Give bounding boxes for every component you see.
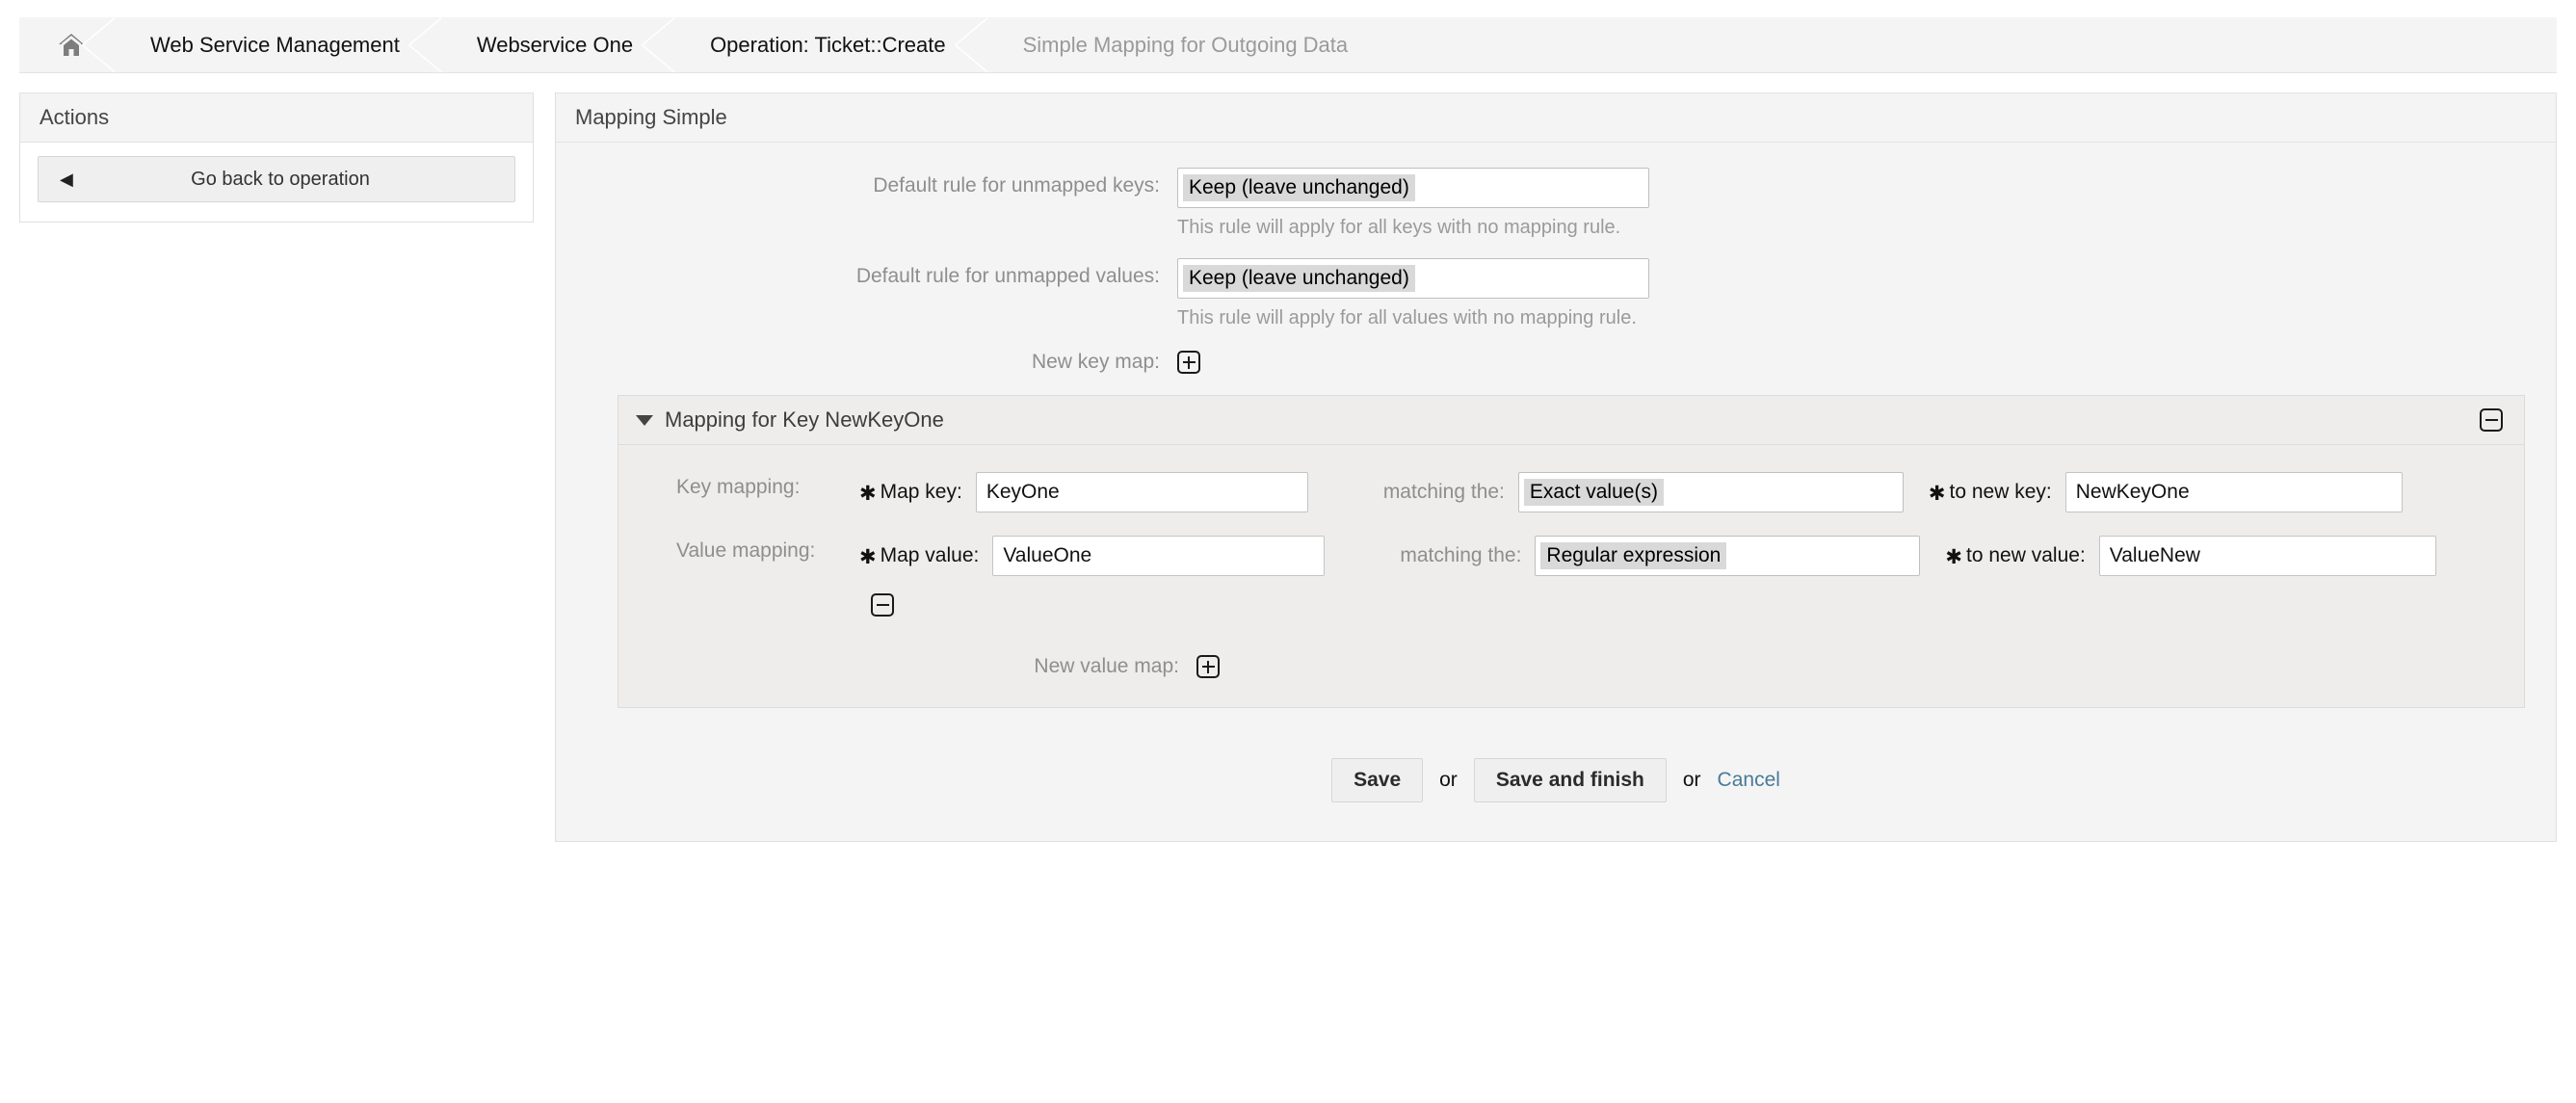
mapping-simple-panel: Mapping Simple Default rule for unmapped… bbox=[555, 92, 2557, 842]
mapping-form: Default rule for unmapped keys: Keep (le… bbox=[556, 143, 2556, 841]
footer-or-1: or bbox=[1439, 769, 1458, 792]
to-new-value-label: to new value: bbox=[1966, 544, 2086, 567]
save-button[interactable]: Save bbox=[1331, 758, 1423, 802]
breadcrumb-item-1[interactable]: Webservice One bbox=[440, 17, 673, 72]
mapping-widget-title-group[interactable]: Mapping for Key NewKeyOne bbox=[636, 407, 944, 433]
page-content: Actions ◀ Go back to operation Mapping S… bbox=[0, 92, 2576, 842]
required-marker: ✱ bbox=[1945, 547, 1962, 567]
go-back-to-operation-label: Go back to operation bbox=[39, 169, 514, 191]
map-value-input[interactable] bbox=[992, 536, 1325, 576]
go-back-to-operation-button[interactable]: ◀ Go back to operation bbox=[38, 156, 515, 202]
breadcrumb-item-label: Webservice One bbox=[477, 33, 633, 58]
new-key-map-row: New key map: bbox=[556, 351, 2556, 374]
breadcrumb-item-current: Simple Mapping for Outgoing Data bbox=[986, 17, 1389, 72]
value-mapping-group-label: Value mapping: bbox=[618, 536, 859, 563]
value-mapping-fields: ✱ Map value: matching the: Regular expre… bbox=[859, 536, 2436, 576]
default-value-rule-value: Keep (leave unchanged) bbox=[1183, 265, 1415, 292]
new-value-map-label: New value map: bbox=[618, 655, 1196, 678]
default-key-rule-value: Keep (leave unchanged) bbox=[1183, 174, 1415, 201]
mapping-widget-body: Key mapping: ✱ Map key: matching the: Ex… bbox=[618, 445, 2524, 707]
default-value-rule-label: Default rule for unmapped values: bbox=[556, 258, 1177, 288]
key-mapping-group-label: Key mapping: bbox=[618, 472, 859, 499]
value-mapping-row: Value mapping: ✱ Map value: matching the… bbox=[618, 536, 2524, 576]
breadcrumb-item-label: Web Service Management bbox=[150, 33, 400, 58]
default-key-rule-label: Default rule for unmapped keys: bbox=[556, 168, 1177, 197]
form-footer: Save or Save and finish or Cancel bbox=[556, 758, 2556, 802]
default-key-rule-row: Default rule for unmapped keys: Keep (le… bbox=[556, 168, 2556, 239]
actions-widget: Actions ◀ Go back to operation bbox=[19, 92, 534, 223]
to-new-key-label: to new key: bbox=[1950, 481, 2052, 504]
default-value-rule-field: Keep (leave unchanged) This rule will ap… bbox=[1177, 258, 2556, 329]
breadcrumb: Web Service Management Webservice One Op… bbox=[19, 17, 2557, 73]
breadcrumb-item-2[interactable]: Operation: Ticket::Create bbox=[673, 17, 986, 72]
key-matching-value: Exact value(s) bbox=[1524, 479, 1664, 506]
breadcrumb-item-0[interactable]: Web Service Management bbox=[114, 17, 440, 72]
cancel-link[interactable]: Cancel bbox=[1718, 769, 1780, 792]
new-key-map-field bbox=[1177, 351, 2556, 374]
required-marker: ✱ bbox=[859, 547, 877, 567]
default-value-rule-hint: This rule will apply for all values with… bbox=[1177, 307, 2556, 329]
default-key-rule-select[interactable]: Keep (leave unchanged) bbox=[1177, 168, 1649, 208]
page-title: Mapping Simple bbox=[556, 93, 2556, 143]
actions-widget-title: Actions bbox=[20, 92, 533, 143]
remove-value-map-row bbox=[871, 593, 2524, 617]
default-value-rule-select[interactable]: Keep (leave unchanged) bbox=[1177, 258, 1649, 299]
key-mapping-fields: ✱ Map key: matching the: Exact value(s) … bbox=[859, 472, 2403, 512]
value-matching-select[interactable]: Regular expression bbox=[1535, 536, 1920, 576]
new-key-map-label: New key map: bbox=[556, 351, 1177, 374]
key-mapping-row: Key mapping: ✱ Map key: matching the: Ex… bbox=[618, 472, 2524, 512]
map-key-label: Map key: bbox=[881, 481, 962, 504]
map-key-input[interactable] bbox=[976, 472, 1308, 512]
minus-box-icon[interactable] bbox=[871, 593, 894, 617]
sidebar: Actions ◀ Go back to operation bbox=[19, 92, 534, 223]
map-value-label: Map value: bbox=[881, 544, 980, 567]
mapping-widget-header: Mapping for Key NewKeyOne bbox=[618, 396, 2524, 445]
required-marker: ✱ bbox=[859, 484, 877, 504]
key-matching-label: matching the: bbox=[1383, 481, 1505, 504]
new-value-map-row: New value map: bbox=[618, 655, 2524, 678]
default-value-rule-row: Default rule for unmapped values: Keep (… bbox=[556, 258, 2556, 329]
breadcrumb-item-label: Simple Mapping for Outgoing Data bbox=[1023, 33, 1349, 58]
to-new-key-input[interactable] bbox=[2065, 472, 2403, 512]
key-matching-select[interactable]: Exact value(s) bbox=[1518, 472, 1904, 512]
plus-box-icon[interactable] bbox=[1196, 655, 1220, 678]
actions-widget-body: ◀ Go back to operation bbox=[20, 143, 533, 222]
footer-or-2: or bbox=[1683, 769, 1701, 792]
triangle-down-icon[interactable] bbox=[636, 415, 653, 426]
save-and-finish-button[interactable]: Save and finish bbox=[1474, 758, 1667, 802]
default-key-rule-field: Keep (leave unchanged) This rule will ap… bbox=[1177, 168, 2556, 239]
to-new-value-input[interactable] bbox=[2099, 536, 2436, 576]
home-icon bbox=[58, 33, 85, 58]
plus-box-icon[interactable] bbox=[1177, 351, 1200, 374]
default-key-rule-hint: This rule will apply for all keys with n… bbox=[1177, 217, 2556, 239]
mapping-widget-title: Mapping for Key NewKeyOne bbox=[665, 407, 944, 433]
required-marker: ✱ bbox=[1929, 484, 1946, 504]
breadcrumb-item-label: Operation: Ticket::Create bbox=[710, 33, 946, 58]
value-matching-value: Regular expression bbox=[1540, 542, 1726, 569]
value-matching-label: matching the: bbox=[1400, 544, 1521, 567]
caret-left-icon: ◀ bbox=[60, 171, 73, 188]
minus-box-icon[interactable] bbox=[2480, 408, 2503, 432]
breadcrumb-item-home[interactable] bbox=[19, 17, 114, 72]
mapping-for-key-widget: Mapping for Key NewKeyOne Key mapping: ✱… bbox=[618, 395, 2525, 708]
